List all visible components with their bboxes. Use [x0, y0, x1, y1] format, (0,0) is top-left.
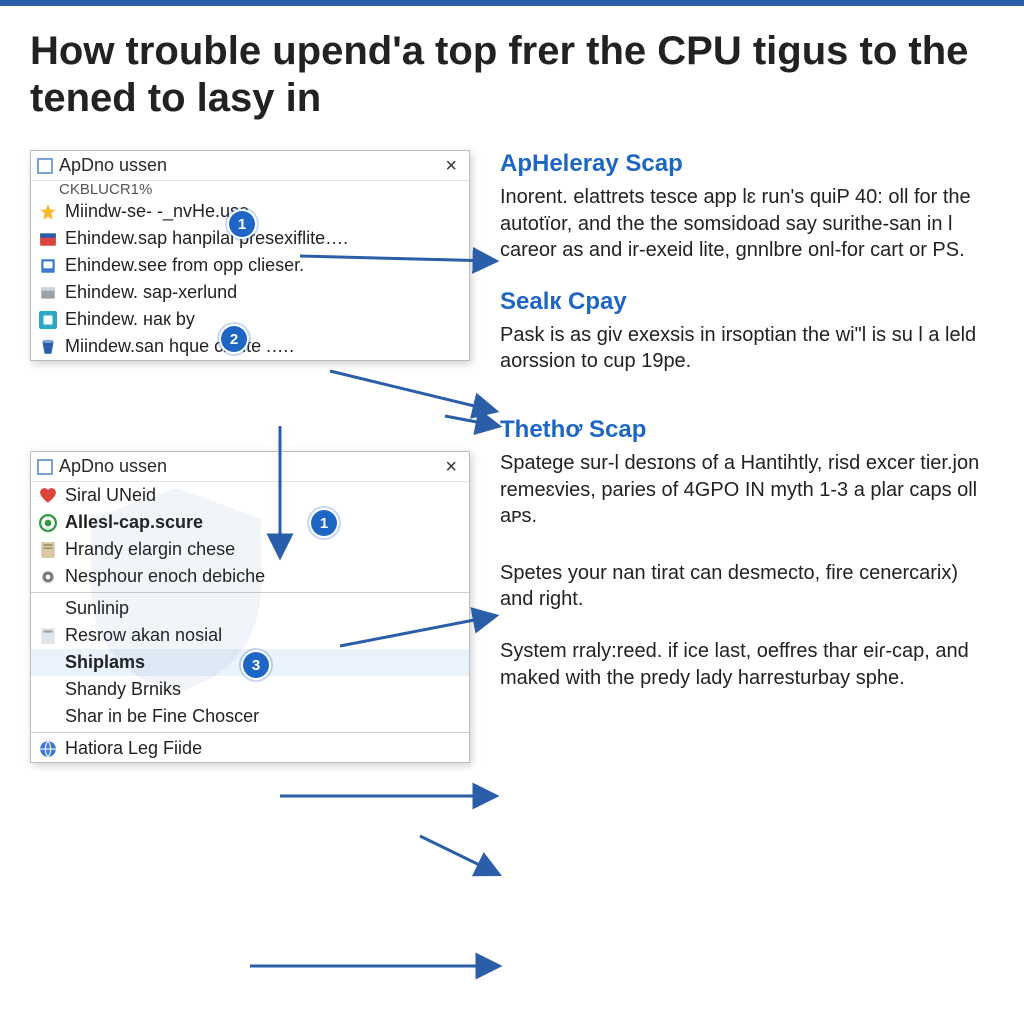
menu-item[interactable]: Ehindew. sap-xerlund	[31, 279, 469, 306]
package-icon	[39, 230, 57, 248]
close-icon[interactable]: ×	[439, 457, 463, 477]
window-1-title: ApDno ussen	[59, 155, 167, 176]
window-2: ApDno ussen × Siral UNeid Allesl-cap.scu…	[30, 451, 470, 763]
heart-icon	[39, 487, 57, 505]
window-1: ApDno ussen × CKBLUCR1% Miindw-se- -_nvH…	[30, 150, 470, 361]
menu-item[interactable]: Ehindew. нак by	[31, 306, 469, 333]
section-1: ApHeleray Scap Inorent. elattrets tesce …	[500, 150, 994, 263]
section-5: System rraly:reed. if ice last, oeffres …	[500, 638, 994, 691]
sheet-icon	[39, 627, 57, 645]
menu-item[interactable]: Miindew.san hque clcute .….	[31, 333, 469, 360]
section-body: Spatege sur-l desɪons of a Hantihtly, ri…	[500, 450, 994, 529]
app-icon	[37, 459, 53, 475]
menu-item[interactable]: Hatiora Leg Fiide	[31, 735, 469, 762]
menu-item[interactable]: Shar in be Fine Choscer	[31, 703, 469, 730]
section-body: Pask is as giv exexsis in irsoptian the …	[500, 322, 994, 375]
page-title: How trouble upend'a top frer the CPU tig…	[30, 28, 994, 122]
section-body: Spetes your nan tirat can desmecto, fire…	[500, 560, 994, 613]
section-title: Sealк Cpay	[500, 288, 994, 316]
bucket-icon	[39, 338, 57, 356]
box-icon	[39, 284, 57, 302]
section-body: System rraly:reed. if ice last, oeffres …	[500, 638, 994, 691]
section-body: Inorent. elattrets tesce app lɛ run's qu…	[500, 184, 994, 263]
app-icon	[37, 158, 53, 174]
globe-icon	[39, 740, 57, 758]
target-icon	[39, 514, 57, 532]
drive-icon	[39, 257, 57, 275]
gear-icon	[39, 568, 57, 586]
app-icon	[39, 311, 57, 329]
section-4: Spetes your nan tirat can desmecto, fire…	[500, 560, 994, 613]
note-icon	[39, 541, 57, 559]
close-icon[interactable]: ×	[439, 156, 463, 176]
window-2-titlebar: ApDno ussen ×	[31, 452, 469, 482]
section-3: Thethơ Scap Spatege sur-l desɪons of a H…	[500, 416, 994, 529]
shield-icon	[91, 488, 261, 692]
menu-item[interactable]: Ehindew.see from opp clieser.	[31, 252, 469, 279]
window-1-titlebar: ApDno ussen ×	[31, 151, 469, 181]
section-2: Sealк Cpay Pask is as giv exexsis in irs…	[500, 288, 994, 375]
window-2-title: ApDno ussen	[59, 456, 167, 477]
section-title: ApHeleray Scap	[500, 150, 994, 178]
star-icon	[39, 203, 57, 221]
section-title: Thethơ Scap	[500, 416, 994, 444]
window-1-subtitle: CKBLUCR1%	[31, 181, 469, 198]
